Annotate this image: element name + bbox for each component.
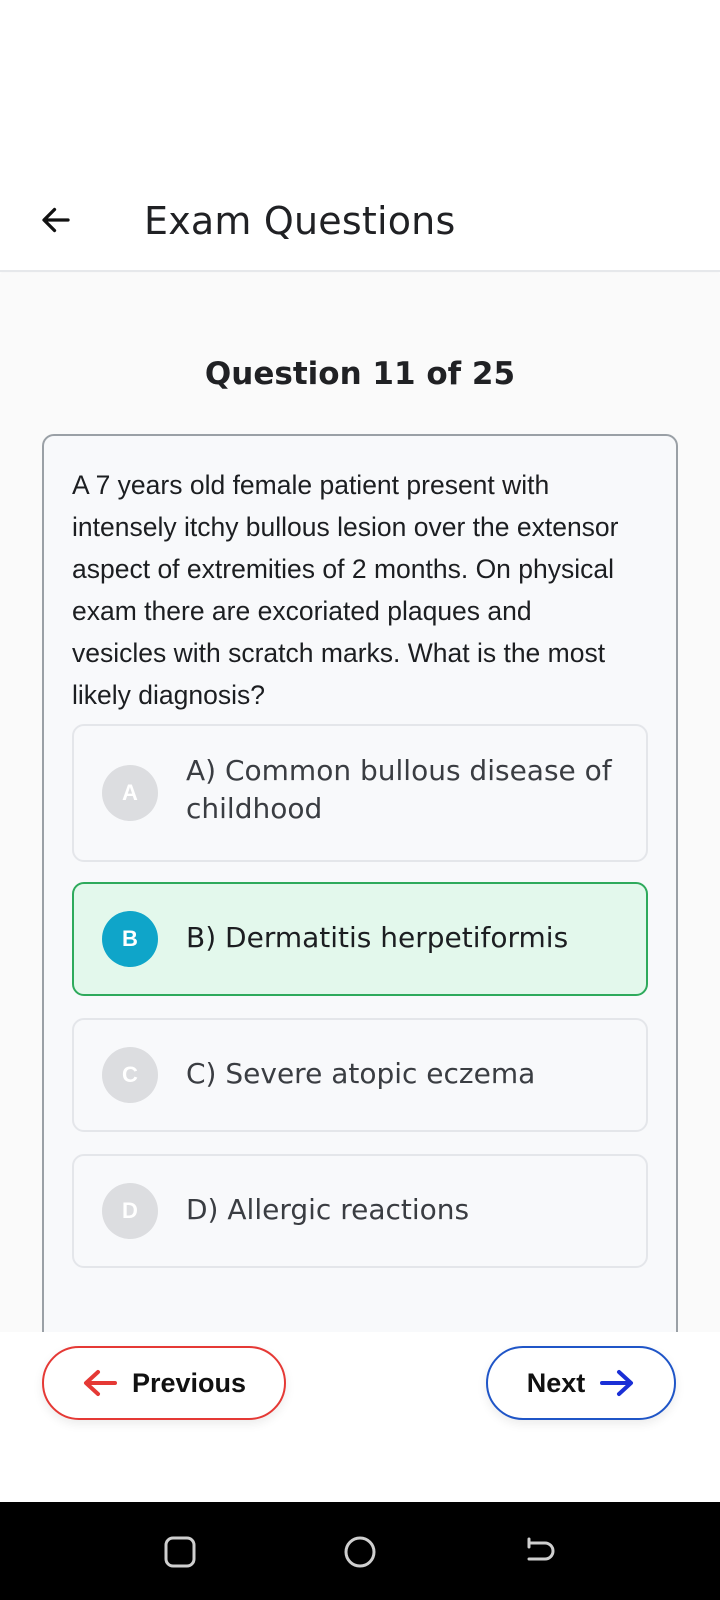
- option-text: D) Allergic reactions: [186, 1193, 470, 1226]
- option-badge: B: [102, 911, 158, 967]
- back-button[interactable]: [28, 192, 84, 248]
- arrow-left-icon: [42, 207, 70, 233]
- option-text: A) Common bullous disease of childhood: [186, 754, 612, 825]
- square-icon: [164, 1536, 196, 1568]
- previous-button[interactable]: Previous: [42, 1346, 286, 1420]
- arrow-left-icon: [83, 1370, 117, 1396]
- app-bar: Exam Questions: [0, 170, 720, 272]
- option-badge: C: [102, 1047, 158, 1103]
- option-d[interactable]: D D) Allergic reactions: [72, 1154, 648, 1268]
- question-card: A 7 years old female patient present wit…: [42, 434, 678, 1332]
- system-navigation-bar: [0, 1502, 720, 1600]
- back-curve-icon: [527, 1537, 555, 1561]
- arrow-right-icon: [600, 1370, 634, 1396]
- status-bar-area: [0, 0, 720, 170]
- option-b[interactable]: B B) Dermatitis herpetiformis: [72, 882, 648, 996]
- question-navigation: Previous Next: [0, 1332, 720, 1502]
- next-button[interactable]: Next: [486, 1346, 676, 1420]
- page-title: Exam Questions: [144, 199, 456, 243]
- home-button[interactable]: [336, 1528, 384, 1576]
- option-a[interactable]: A A) Common bullous disease of childhood: [72, 724, 648, 862]
- previous-label: Previous: [131, 1367, 247, 1398]
- circle-icon: [344, 1536, 376, 1568]
- system-back-button[interactable]: [516, 1528, 564, 1576]
- option-text: C) Severe atopic eczema: [186, 1057, 536, 1090]
- option-badge: A: [102, 765, 158, 821]
- option-badge: D: [102, 1183, 158, 1239]
- option-text: B) Dermatitis herpetiformis: [186, 921, 569, 954]
- next-label: Next: [526, 1367, 586, 1398]
- question-screen: Question 11 of 25 A 7 years old female p…: [0, 274, 720, 1332]
- option-c[interactable]: C C) Severe atopic eczema: [72, 1018, 648, 1132]
- question-progress: Question 11 of 25: [204, 356, 516, 392]
- recents-button[interactable]: [156, 1528, 204, 1576]
- question-text: A 7 years old female patient present wit…: [72, 470, 619, 710]
